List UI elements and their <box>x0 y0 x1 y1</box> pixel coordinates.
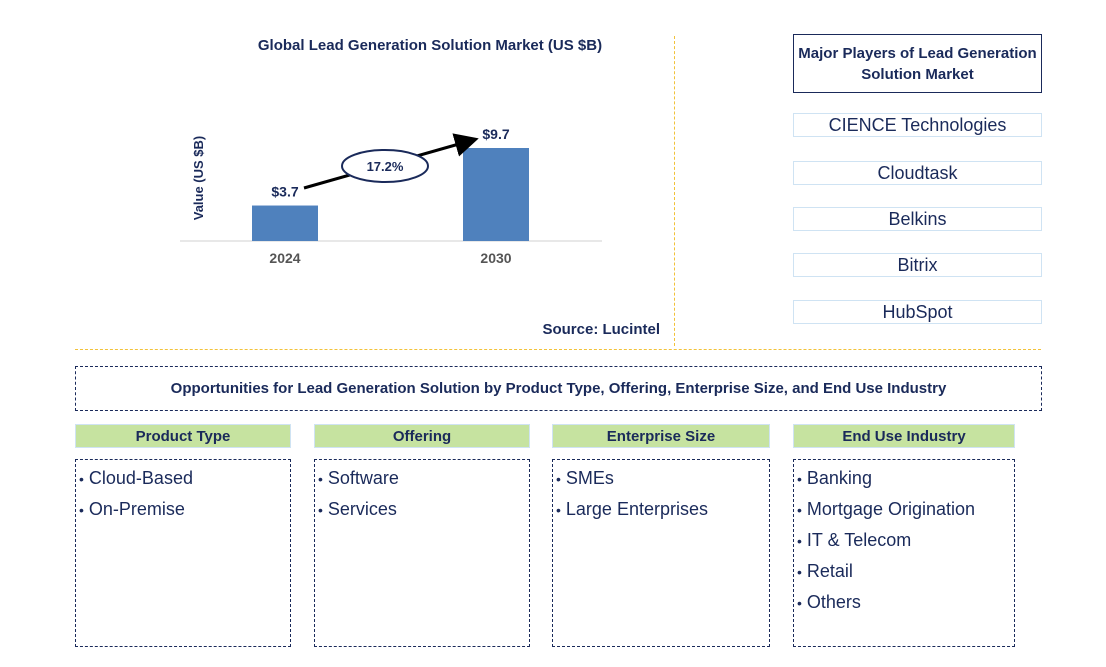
data-label-2030: $9.7 <box>482 126 509 142</box>
list-item: Large Enterprises <box>556 494 769 525</box>
market-bar-chart: Value (US $B) $3.7 2024 $9.7 2030 17.2% <box>180 126 602 266</box>
list-item: SMEs <box>556 463 769 494</box>
list-item: Others <box>797 587 1014 618</box>
list-item: Mortgage Origination <box>797 494 1014 525</box>
category-header-offering: Offering <box>314 424 530 448</box>
players-heading: Major Players of Lead Generation Solutio… <box>793 34 1042 93</box>
vertical-divider <box>674 36 675 346</box>
list-item: On-Premise <box>79 494 290 525</box>
player-item: CIENCE Technologies <box>793 113 1042 137</box>
category-header-end-use-industry: End Use Industry <box>793 424 1015 448</box>
list-item: Software <box>318 463 529 494</box>
list-item: Retail <box>797 556 1014 587</box>
category-header-product-type: Product Type <box>75 424 291 448</box>
y-axis-label: Value (US $B) <box>191 136 206 221</box>
source-label: Source: Lucintel <box>542 321 660 338</box>
bar-2024 <box>252 205 318 241</box>
player-item: Cloudtask <box>793 161 1042 185</box>
category-header-enterprise-size: Enterprise Size <box>552 424 770 448</box>
player-item: Bitrix <box>793 253 1042 277</box>
category-list-enterprise-size: SMEs Large Enterprises <box>552 459 770 647</box>
list-item: Cloud-Based <box>79 463 290 494</box>
category-list-product-type: Cloud-Based On-Premise <box>75 459 291 647</box>
category-list-offering: Software Services <box>314 459 530 647</box>
horizontal-divider <box>75 349 1041 350</box>
x-tick-2030: 2030 <box>480 250 511 266</box>
opportunities-heading: Opportunities for Lead Generation Soluti… <box>75 366 1042 411</box>
cagr-label: 17.2% <box>367 159 404 174</box>
list-item: IT & Telecom <box>797 525 1014 556</box>
player-item: Belkins <box>793 207 1042 231</box>
bar-2030 <box>463 148 529 241</box>
list-item: Services <box>318 494 529 525</box>
data-label-2024: $3.7 <box>271 184 298 200</box>
category-list-end-use-industry: Banking Mortgage Origination IT & Teleco… <box>793 459 1015 647</box>
list-item: Banking <box>797 463 1014 494</box>
x-tick-2024: 2024 <box>269 250 300 266</box>
player-item: HubSpot <box>793 300 1042 324</box>
chart-title: Global Lead Generation Solution Market (… <box>257 37 603 54</box>
